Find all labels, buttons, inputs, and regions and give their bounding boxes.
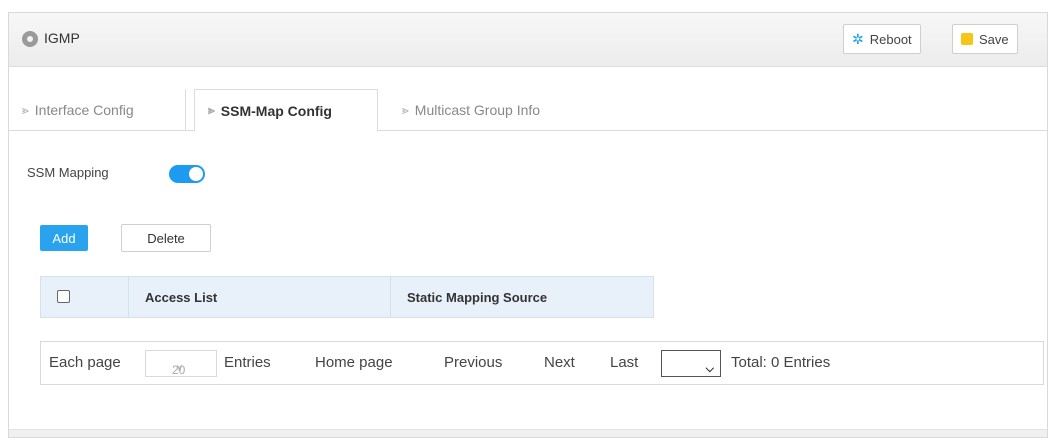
column-header-static-mapping-source[interactable]: Static Mapping Source <box>391 277 653 317</box>
delete-button[interactable]: Delete <box>121 224 211 252</box>
toggle-knob <box>189 167 203 181</box>
tab-multicast-group-info[interactable]: ⪢ Multicast Group Info <box>389 89 589 131</box>
reboot-button[interactable]: ✲ Reboot <box>843 24 921 54</box>
tab-ssm-map-config[interactable]: ⪢ SSM-Map Config <box>194 89 378 132</box>
chevron-down-icon: ∨ <box>176 363 184 374</box>
ssm-mapping-label: SSM Mapping <box>27 165 109 180</box>
mapping-table-header: Access List Static Mapping Source <box>40 276 654 318</box>
each-page-label: Each page <box>49 354 121 371</box>
reboot-label: Reboot <box>869 31 912 47</box>
save-button[interactable]: Save <box>952 24 1018 54</box>
page-size-select[interactable]: 20 ∨ <box>145 350 217 377</box>
save-icon <box>961 33 973 45</box>
column-header-access-list[interactable]: Access List <box>129 277 391 317</box>
next-page-link[interactable]: Next <box>544 354 575 371</box>
chevron-right-icon: ⪢ <box>402 102 409 117</box>
entries-label: Entries <box>224 354 271 371</box>
chevron-down-icon: ⌵ <box>705 363 714 375</box>
save-label: Save <box>979 31 1009 47</box>
settings-circle-icon <box>22 31 38 47</box>
pagination-bar: Each page 20 ∨ Entries Home page Previou… <box>40 341 1044 385</box>
tab-label: Multicast Group Info <box>414 102 541 118</box>
chevron-right-icon: ⪢ <box>22 102 29 117</box>
previous-page-link[interactable]: Previous <box>444 354 502 371</box>
page-title: IGMP <box>44 30 80 46</box>
reboot-icon: ✲ <box>852 30 864 47</box>
tab-label: SSM-Map Config <box>220 102 332 119</box>
page-jump-select[interactable]: ⌵ <box>661 350 721 377</box>
select-all-checkbox[interactable] <box>57 290 70 303</box>
panel-header: IGMP ✲ Reboot Save <box>9 13 1047 67</box>
tab-interface-config[interactable]: ⪢ Interface Config <box>9 89 185 131</box>
add-button[interactable]: Add <box>40 225 88 251</box>
ssm-mapping-toggle[interactable] <box>169 165 205 183</box>
panel-footer <box>9 429 1047 437</box>
igmp-panel: IGMP ✲ Reboot Save ⪢ Interface Config ⪢ … <box>8 12 1048 438</box>
tab-label: Interface Config <box>34 102 134 118</box>
tab-divider <box>185 89 186 131</box>
total-entries: Total: 0 Entries <box>731 354 831 371</box>
last-page-link[interactable]: Last <box>610 354 638 371</box>
chevron-right-icon: ⪢ <box>208 103 215 117</box>
home-page-link[interactable]: Home page <box>315 354 393 371</box>
tab-bar: ⪢ Interface Config ⪢ SSM-Map Config ⪢ Mu… <box>9 89 1047 132</box>
select-all-cell <box>41 277 129 317</box>
